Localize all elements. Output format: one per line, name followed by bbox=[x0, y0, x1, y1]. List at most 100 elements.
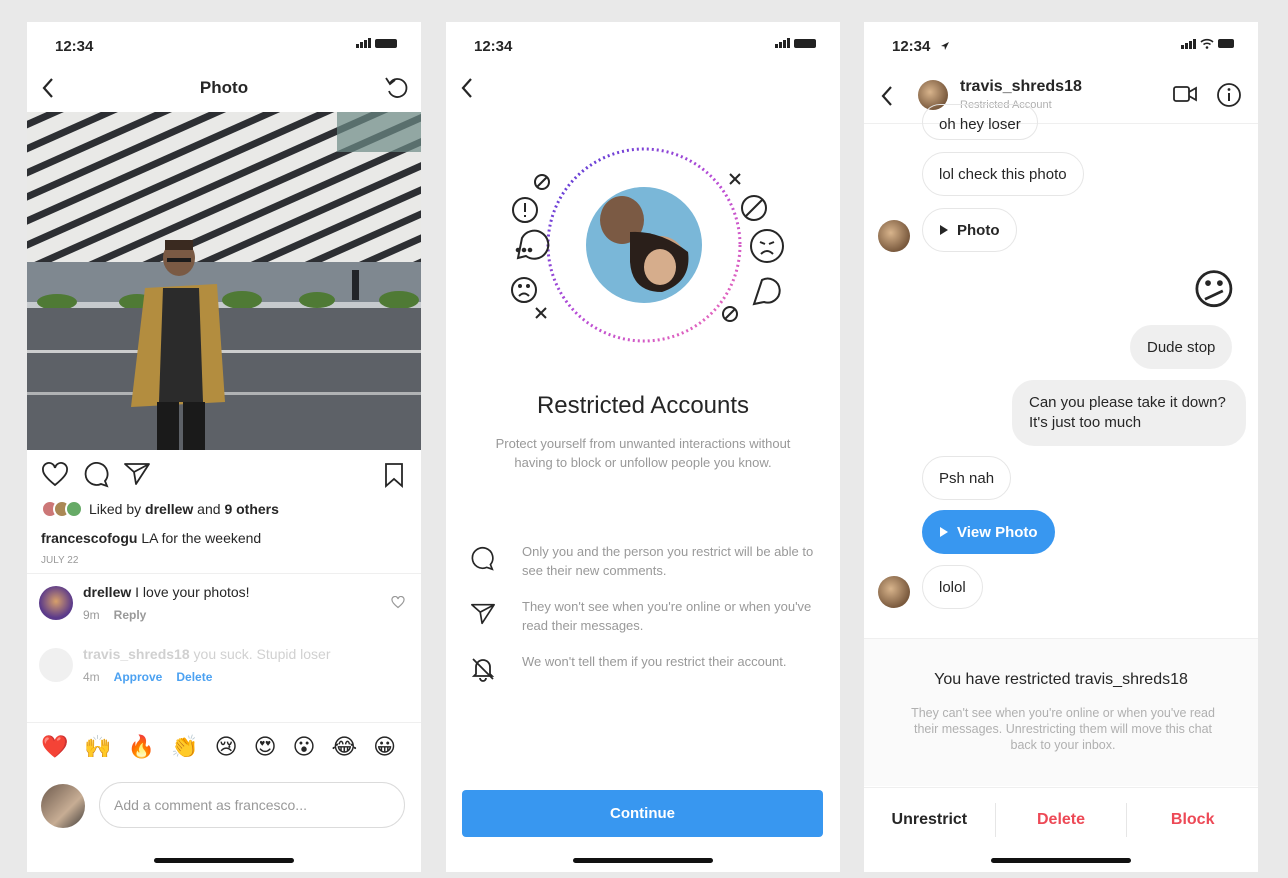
emoji-reaction[interactable]: 🙌 bbox=[84, 734, 111, 760]
liked-others[interactable]: 9 others bbox=[224, 501, 278, 517]
signal-battery-icon bbox=[356, 38, 397, 48]
emoji-reaction[interactable]: ❤️ bbox=[41, 734, 68, 760]
play-icon bbox=[939, 526, 949, 538]
emoji-reaction[interactable]: 😂 bbox=[331, 734, 357, 760]
comment-like-icon[interactable] bbox=[391, 596, 405, 609]
feature-text: Only you and the person you restrict wil… bbox=[522, 544, 814, 578]
liked-user[interactable]: drellew bbox=[145, 501, 193, 517]
block-button[interactable]: Block bbox=[1127, 811, 1258, 829]
comment-text: you suck. Stupid loser bbox=[189, 646, 331, 662]
restricted-notice-text: They can't see when you're online or whe… bbox=[911, 706, 1215, 752]
unrestrict-button[interactable]: Unrestrict bbox=[864, 811, 995, 829]
message-text: lol check this photo bbox=[939, 165, 1067, 183]
status-time: 12:34 bbox=[892, 38, 931, 55]
post-date: JULY 22 bbox=[41, 555, 79, 566]
comment-item: drellew I love your photos! 9m Reply bbox=[39, 584, 409, 630]
emoji-reaction[interactable]: 👏 bbox=[171, 734, 198, 760]
status-time: 12:34 bbox=[55, 38, 94, 55]
message-text: lolol bbox=[939, 578, 966, 596]
avatar[interactable] bbox=[39, 586, 73, 620]
avatar bbox=[39, 648, 73, 682]
bookmark-icon[interactable] bbox=[383, 462, 405, 488]
message-text: oh hey loser bbox=[939, 116, 1021, 133]
avatar[interactable] bbox=[878, 220, 910, 252]
message-bubble: Can you please take it down? It's just t… bbox=[1012, 380, 1246, 446]
emoji-reaction[interactable]: 😀 bbox=[373, 734, 396, 760]
message-text: Can you please take it down? It's just t… bbox=[1029, 394, 1226, 431]
comment-text: I love your photos! bbox=[131, 584, 250, 600]
comment-input[interactable]: Add a comment as francesco... bbox=[99, 782, 405, 828]
comment-user[interactable]: drellew bbox=[83, 584, 131, 600]
divider bbox=[27, 573, 421, 574]
comment-icon[interactable] bbox=[83, 462, 111, 488]
signal-battery-icon bbox=[775, 38, 816, 48]
video-call-icon[interactable] bbox=[1172, 84, 1198, 104]
liked-and: and bbox=[193, 501, 225, 517]
message-bubble: lolol bbox=[922, 565, 983, 609]
emoji-reaction[interactable]: 😮 bbox=[293, 734, 316, 760]
liker-avatars bbox=[41, 500, 83, 518]
refresh-icon[interactable] bbox=[383, 74, 411, 102]
feature-notifications: We won't tell them if you restrict their… bbox=[466, 652, 820, 696]
comment-time: 9m bbox=[83, 608, 100, 622]
status-bar: 12:34 bbox=[888, 36, 1234, 56]
heart-icon[interactable] bbox=[41, 462, 69, 488]
likes-summary[interactable]: Liked by drellew and 9 others bbox=[41, 500, 279, 518]
phone-direct-thread: 12:34 travis_shreds18 Restricted Account… bbox=[864, 22, 1258, 872]
post-photo bbox=[27, 112, 421, 450]
reply-link[interactable]: Reply bbox=[114, 608, 147, 622]
back-icon[interactable] bbox=[878, 84, 898, 108]
message-text: Psh nah bbox=[939, 469, 995, 487]
home-indicator bbox=[573, 858, 713, 863]
signal-wifi-battery-icon bbox=[1181, 38, 1234, 49]
back-icon[interactable] bbox=[458, 76, 478, 100]
caption-text: LA for the weekend bbox=[137, 530, 262, 546]
message-bubble: lol check this photo bbox=[922, 152, 1084, 196]
thread-actions: Unrestrict Delete Block bbox=[864, 787, 1258, 851]
status-time: 12:34 bbox=[474, 38, 513, 55]
feature-text: We won't tell them if you restrict their… bbox=[522, 654, 787, 669]
feature-text: They won't see when you're online or whe… bbox=[522, 599, 812, 633]
notification-off-icon bbox=[470, 656, 496, 682]
comment-icon bbox=[470, 546, 496, 572]
photo-message-bubble[interactable]: Photo bbox=[922, 208, 1017, 252]
emoji-reaction[interactable]: 😢 bbox=[215, 734, 238, 760]
restrict-illustration-icon bbox=[492, 142, 792, 352]
caption-user[interactable]: francescofogu bbox=[41, 530, 137, 546]
emoji-message: 😕 bbox=[1192, 266, 1236, 313]
status-bar: 12:34 bbox=[470, 36, 816, 56]
emoji-quick-reactions: ❤️ 🙌 🔥 👏 😢 😍 😮 😂 😀 bbox=[41, 734, 421, 760]
delete-button[interactable]: Delete bbox=[176, 670, 212, 684]
phone-photo-screen: 12:34 Photo Liked by drellew and 9 other… bbox=[27, 22, 421, 872]
emoji-reaction[interactable]: 😍 bbox=[254, 734, 277, 760]
feature-messages: They won't see when you're online or whe… bbox=[466, 597, 820, 641]
share-icon[interactable] bbox=[123, 460, 151, 488]
home-indicator bbox=[991, 858, 1131, 863]
thread-username[interactable]: travis_shreds18 bbox=[960, 78, 1082, 96]
feature-comments: Only you and the person you restrict wil… bbox=[466, 542, 820, 586]
restricted-description: Protect yourself from unwanted interacti… bbox=[495, 436, 791, 470]
location-arrow-icon bbox=[940, 41, 950, 51]
message-text: Photo bbox=[957, 221, 1000, 239]
comment-user: travis_shreds18 bbox=[83, 646, 190, 662]
avatar[interactable] bbox=[878, 576, 910, 608]
status-bar: 12:34 bbox=[51, 36, 397, 56]
approve-button[interactable]: Approve bbox=[114, 670, 163, 684]
divider bbox=[27, 722, 421, 723]
self-avatar bbox=[41, 784, 85, 828]
restricted-heading: Restricted Accounts bbox=[536, 392, 750, 419]
play-icon bbox=[939, 224, 949, 236]
delete-button[interactable]: Delete bbox=[996, 811, 1127, 829]
post-caption: francescofogu LA for the weekend bbox=[41, 530, 261, 546]
direct-send-icon bbox=[470, 601, 496, 627]
restricted-notice-title: You have restricted travis_shreds18 bbox=[934, 671, 1188, 688]
phone-restricted-intro: 12:34 Restricted Accounts Protect yourse… bbox=[446, 22, 840, 872]
info-icon[interactable] bbox=[1216, 82, 1242, 108]
continue-button[interactable]: Continue bbox=[462, 790, 823, 837]
view-photo-button[interactable]: View Photo bbox=[922, 510, 1055, 554]
message-bubble: Psh nah bbox=[922, 456, 1012, 500]
page-title: Photo bbox=[199, 78, 249, 97]
emoji-reaction[interactable]: 🔥 bbox=[128, 734, 155, 760]
home-indicator bbox=[154, 858, 294, 863]
message-text: Dude stop bbox=[1147, 338, 1216, 356]
